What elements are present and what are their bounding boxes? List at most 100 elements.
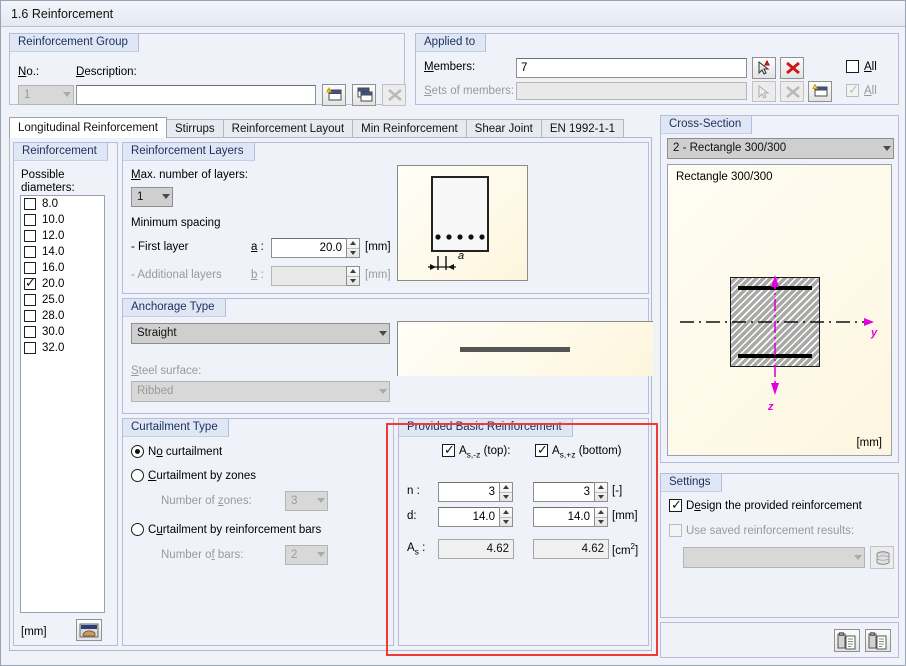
check-icon: ✓ — [25, 275, 36, 290]
group-number-combo[interactable]: 1 — [18, 85, 74, 105]
cross-section-caption: Rectangle 300/300 — [676, 171, 773, 183]
sets-of-members-input[interactable] — [516, 82, 747, 100]
list-item[interactable]: 25.0 — [21, 292, 104, 308]
reinforcement-layers-box: Reinforcement Layers Max. number of laye… — [122, 142, 649, 294]
select-members-button[interactable] — [752, 57, 776, 79]
saved-results-combo[interactable] — [683, 547, 865, 568]
use-saved-results-checkbox[interactable] — [669, 524, 682, 537]
spinner-up[interactable] — [500, 508, 512, 518]
spinner-down[interactable] — [347, 277, 359, 286]
curtailment-type-title: Curtailment Type — [123, 419, 229, 437]
tab-shear-joint[interactable]: Shear Joint — [465, 119, 542, 138]
anchorage-bar-shape — [460, 347, 570, 352]
first-layer-spacing-input[interactable]: 20.0 — [271, 238, 347, 258]
diameter-checkbox[interactable] — [24, 198, 36, 210]
diameter-checkbox[interactable] — [24, 342, 36, 354]
first-layer-spinner[interactable] — [346, 238, 360, 258]
sets-all-checkbox[interactable]: ✓ — [846, 83, 859, 97]
design-provided-reinforcement-label: Design the provided reinforcement — [686, 500, 862, 512]
preview-dimension-icon — [428, 256, 456, 270]
list-item[interactable]: 12.0 — [21, 228, 104, 244]
tab-longitudinal-reinforcement[interactable]: Longitudinal Reinforcement — [9, 117, 168, 138]
n-top-spinner[interactable] — [499, 482, 513, 502]
tab-stirrups[interactable]: Stirrups — [166, 119, 224, 138]
members-all-checkbox[interactable] — [846, 60, 859, 73]
copy-group-button[interactable] — [352, 84, 376, 106]
max-layers-combo[interactable]: 1 — [131, 187, 173, 207]
cross-section-viewer[interactable]: Rectangle 300/300 y z [mm] — [667, 164, 892, 456]
list-item[interactable]: 28.0 — [21, 308, 104, 324]
applied-to-box: Applied to Members: Sets of members: 7 A… — [415, 33, 899, 105]
diameter-checkbox[interactable] — [24, 326, 36, 338]
diameter-checkbox[interactable] — [24, 294, 36, 306]
additional-layers-spacing-input[interactable] — [271, 266, 347, 286]
d-bottom-spinner[interactable] — [594, 507, 608, 527]
spinner-up[interactable] — [347, 239, 359, 249]
clear-sets-button[interactable] — [780, 81, 804, 102]
as-bottom-symbol: A — [552, 445, 560, 457]
as-bottom-subscript: s,+z — [559, 449, 576, 460]
select-sets-button[interactable] — [752, 81, 776, 102]
spinner-up[interactable] — [595, 483, 607, 493]
radio-no-curtailment[interactable] — [131, 445, 144, 458]
spinner-down[interactable] — [595, 493, 607, 502]
members-input[interactable]: 7 — [516, 58, 747, 78]
tab-reinforcement-layout[interactable]: Reinforcement Layout — [222, 119, 354, 138]
d-top-input[interactable]: 14.0 — [438, 507, 500, 527]
radio-curtailment-by-bars[interactable] — [131, 523, 144, 536]
n-bottom-spinner[interactable] — [594, 482, 608, 502]
n-top-input[interactable]: 3 — [438, 482, 500, 502]
spinner-up[interactable] — [595, 508, 607, 518]
diameter-checkbox[interactable] — [24, 246, 36, 258]
diameter-checkbox[interactable]: ✓ — [24, 275, 36, 290]
spinner-down[interactable] — [500, 518, 512, 527]
description-input[interactable] — [76, 85, 316, 105]
anchorage-type-combo[interactable]: Straight — [131, 323, 390, 344]
d-bottom-input[interactable]: 14.0 — [533, 507, 595, 527]
number-of-zones-combo[interactable]: 3 — [285, 491, 328, 511]
diameter-checkbox[interactable] — [24, 230, 36, 242]
list-item[interactable]: 32.0 — [21, 340, 104, 356]
spinner-down[interactable] — [500, 493, 512, 502]
radio-curtailment-by-zones[interactable] — [131, 469, 144, 482]
as-symbol-suffix: : — [418, 542, 426, 554]
as-top-checkbox[interactable]: ✓ — [442, 443, 455, 457]
saved-results-browse-button[interactable] — [870, 546, 894, 569]
diameter-checkbox[interactable] — [24, 262, 36, 274]
additional-layers-spinner[interactable] — [346, 266, 360, 286]
list-item[interactable]: 10.0 — [21, 212, 104, 228]
cross-section-combo[interactable]: 2 - Rectangle 300/300 — [667, 138, 894, 159]
database-icon — [876, 551, 890, 565]
as-bottom-checkbox[interactable]: ✓ — [535, 443, 548, 457]
copy-settings-button[interactable] — [834, 629, 860, 652]
clear-members-button[interactable] — [780, 57, 804, 79]
list-item[interactable]: 16.0 — [21, 260, 104, 276]
edit-diameters-button[interactable] — [76, 619, 102, 641]
spinner-up[interactable] — [347, 267, 359, 277]
d-top-spinner[interactable] — [499, 507, 513, 527]
steel-surface-value: Ribbed — [137, 385, 174, 397]
list-item[interactable]: 30.0 — [21, 324, 104, 340]
paste-settings-button[interactable] — [865, 629, 891, 652]
new-set-button[interactable] — [808, 81, 832, 102]
diameter-checkbox[interactable] — [24, 310, 36, 322]
n-bottom-input[interactable]: 3 — [533, 482, 595, 502]
design-provided-reinforcement-checkbox[interactable]: ✓ — [669, 498, 682, 512]
diameter-list[interactable]: 8.0 10.0 12.0 14.0 16.0 ✓ 20.0 25.0 28.0 … — [20, 195, 105, 613]
tab-en-1992-1-1[interactable]: EN 1992-1-1 — [540, 119, 625, 138]
spinner-down[interactable] — [595, 518, 607, 527]
new-group-button[interactable] — [322, 84, 346, 106]
tab-min-reinforcement[interactable]: Min Reinforcement — [352, 119, 467, 138]
no-curtailment-label: No curtailment — [148, 446, 223, 458]
chevron-down-icon — [379, 388, 387, 394]
list-item[interactable]: 8.0 — [21, 196, 104, 212]
list-item[interactable]: 14.0 — [21, 244, 104, 260]
sets-all-label: All — [864, 85, 877, 97]
steel-surface-combo[interactable]: Ribbed — [131, 381, 390, 402]
spinner-up[interactable] — [500, 483, 512, 493]
list-item[interactable]: ✓ 20.0 — [21, 276, 104, 292]
number-of-bars-combo[interactable]: 2 — [285, 545, 328, 565]
delete-group-button[interactable] — [382, 84, 406, 106]
spinner-down[interactable] — [347, 249, 359, 258]
diameter-checkbox[interactable] — [24, 214, 36, 226]
